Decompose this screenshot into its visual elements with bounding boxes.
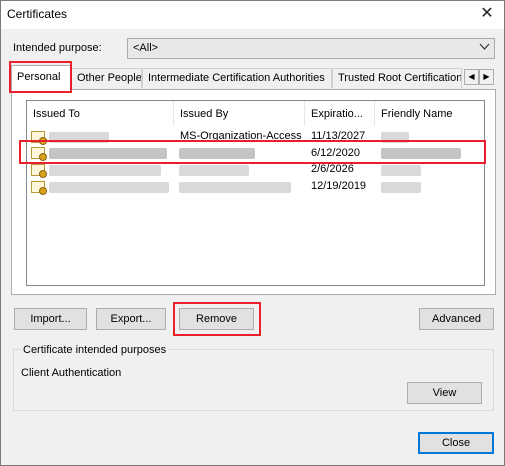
title-bar: Certificates ✕ (1, 1, 504, 29)
close-button[interactable]: Close (418, 432, 494, 454)
certificate-icon (31, 147, 47, 161)
advanced-button[interactable]: Advanced (419, 308, 494, 330)
certificate-row[interactable]: 12/19/2019 (27, 179, 484, 195)
tab-trusted-root-ca-label: Trusted Root Certification Authorities (338, 72, 462, 84)
certificate-icon (31, 164, 47, 178)
chevron-down-icon (479, 43, 490, 50)
column-issued-to[interactable]: Issued To (27, 101, 174, 126)
remove-button[interactable]: Remove (179, 308, 254, 330)
tab-scroll-right-icon[interactable]: ▶ (479, 69, 494, 85)
certificates-dialog: Certificates ✕ Intended purpose: <All> P… (0, 0, 505, 466)
issued-to-redacted (49, 165, 161, 176)
issued-to-redacted (49, 182, 169, 193)
intended-purpose-dropdown[interactable]: <All> (127, 38, 495, 59)
import-button[interactable]: Import... (14, 308, 87, 330)
issued-by-redacted (179, 182, 291, 193)
intended-purpose-value: <All> (133, 42, 159, 54)
export-button[interactable]: Export... (96, 308, 166, 330)
tab-other-people[interactable]: Other People (71, 68, 142, 88)
certificate-icon (31, 131, 47, 145)
close-window-icon[interactable]: ✕ (476, 3, 498, 25)
issued-to-redacted (49, 148, 167, 159)
certificate-row[interactable]: 2/6/2026 (27, 162, 484, 178)
intended-purposes-value: Client Authentication (21, 367, 122, 379)
tab-scroll-left-icon[interactable]: ◀ (464, 69, 479, 85)
friendly-name-redacted (381, 132, 409, 143)
certificate-icon (31, 181, 47, 195)
friendly-name-redacted (381, 148, 461, 159)
tab-personal[interactable]: Personal (11, 65, 71, 90)
issued-by-redacted (179, 165, 249, 176)
tab-panel-personal: Issued To Issued By Expiratio... Friendl… (11, 89, 496, 295)
tab-trusted-root-ca[interactable]: Trusted Root Certification Authorities (332, 68, 462, 88)
tab-personal-label: Personal (17, 71, 61, 83)
tab-strip: Personal Other People Intermediate Certi… (11, 65, 496, 90)
column-friendly-name[interactable]: Friendly Name (375, 101, 484, 126)
intended-purpose-label: Intended purpose: (13, 42, 102, 54)
expiration-cell: 2/6/2026 (311, 163, 354, 175)
issued-to-redacted (49, 132, 109, 143)
friendly-name-redacted (381, 182, 421, 193)
intended-purposes-label: Certificate intended purposes (21, 344, 169, 356)
certificate-row-selected[interactable]: 6/12/2020 (27, 145, 484, 162)
expiration-cell: 11/13/2027 (311, 130, 366, 142)
certificate-row[interactable]: MS-Organization-Access 11/13/2027 (27, 129, 484, 145)
issued-by-cell: MS-Organization-Access (180, 130, 302, 142)
issued-by-redacted (179, 148, 255, 159)
window-title: Certificates (7, 7, 68, 21)
column-expiration[interactable]: Expiratio... (305, 101, 375, 126)
tab-intermediate-ca-label: Intermediate Certification Authorities (148, 72, 325, 84)
column-issued-by[interactable]: Issued By (174, 101, 305, 126)
tab-intermediate-ca[interactable]: Intermediate Certification Authorities (142, 68, 332, 88)
tab-other-people-label: Other People (77, 72, 142, 84)
view-button[interactable]: View (407, 382, 482, 404)
expiration-cell: 6/12/2020 (311, 147, 360, 159)
friendly-name-redacted (381, 165, 421, 176)
certificate-list[interactable]: Issued To Issued By Expiratio... Friendl… (26, 100, 485, 286)
expiration-cell: 12/19/2019 (311, 180, 367, 192)
